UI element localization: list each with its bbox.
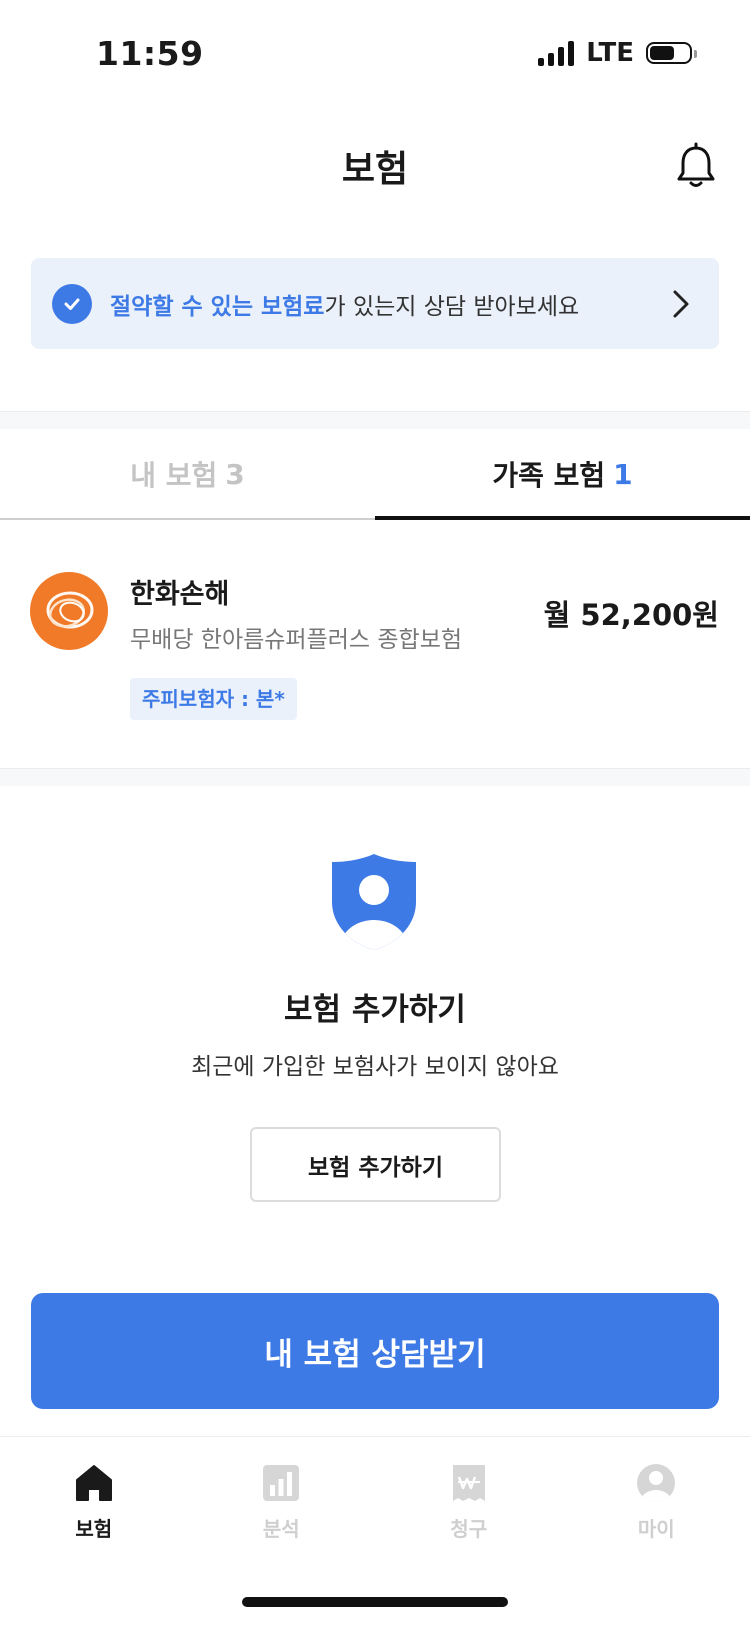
- won-receipt-icon: [452, 1465, 485, 1501]
- status-time: 11:59: [96, 34, 204, 73]
- section-divider: [0, 411, 750, 429]
- shield-user-icon: [332, 854, 416, 950]
- section-divider: [0, 768, 750, 786]
- status-indicators: LTE: [538, 38, 697, 68]
- chevron-right-icon: [673, 290, 689, 317]
- banner-rest: 가 있는지 상담 받아보세요: [324, 293, 580, 320]
- consult-banner[interactable]: 절약할 수 있는 보험료가 있는지 상담 받아보세요: [31, 258, 719, 349]
- tab-my-insurance[interactable]: 내 보험 3: [0, 428, 375, 520]
- nav-label: 분석: [262, 1517, 300, 1541]
- nav-label: 마이: [637, 1517, 675, 1541]
- battery-icon: [646, 42, 697, 64]
- notification-button[interactable]: [674, 142, 718, 190]
- page-title: 보험: [341, 149, 409, 190]
- monthly-price: 월 52,200원: [543, 598, 719, 632]
- chart-icon: [263, 1465, 300, 1501]
- home-icon: [75, 1465, 112, 1501]
- banner-highlight: 절약할 수 있는 보험료: [110, 293, 325, 320]
- bottom-nav: 보험 분석 청구 마이: [0, 1436, 750, 1577]
- network-label: LTE: [586, 38, 634, 68]
- home-indicator[interactable]: [242, 1597, 508, 1607]
- add-insurance-description: 최근에 가입한 보험사가 보이지 않아요: [191, 1054, 559, 1080]
- add-insurance-button[interactable]: 보험 추가하기: [250, 1127, 501, 1202]
- banner-text: 절약할 수 있는 보험료가 있는지 상담 받아보세요: [110, 287, 671, 321]
- bell-icon: [677, 142, 715, 187]
- tab-label: 가족 보험: [492, 459, 606, 492]
- tab-count: 1: [613, 457, 633, 491]
- tab-count: 3: [225, 457, 245, 491]
- signal-icon: [538, 40, 575, 66]
- nav-label: 청구: [450, 1517, 488, 1541]
- nav-analysis[interactable]: 분석: [188, 1437, 376, 1577]
- tab-label: 내 보험: [130, 459, 218, 492]
- user-icon: [637, 1464, 676, 1502]
- check-circle-icon: [52, 283, 92, 324]
- insurance-tabs: 내 보험 3 가족 보험 1: [0, 428, 750, 520]
- nav-my[interactable]: 마이: [563, 1437, 750, 1577]
- nav-claim[interactable]: 청구: [375, 1437, 563, 1577]
- insurance-product: 무배당 한아름슈퍼플러스 종합보험: [130, 627, 463, 653]
- add-insurance-title: 보험 추가하기: [284, 992, 466, 1028]
- insurer-name: 한화손해: [130, 579, 230, 610]
- consult-button[interactable]: 내 보험 상담받기: [31, 1293, 719, 1409]
- tab-family-insurance[interactable]: 가족 보험 1: [375, 428, 750, 520]
- nav-insurance[interactable]: 보험: [0, 1437, 188, 1577]
- nav-label: 보험: [75, 1517, 113, 1541]
- insured-badge: 주피보험자 : 본*: [130, 678, 297, 720]
- insurer-logo: [30, 572, 108, 650]
